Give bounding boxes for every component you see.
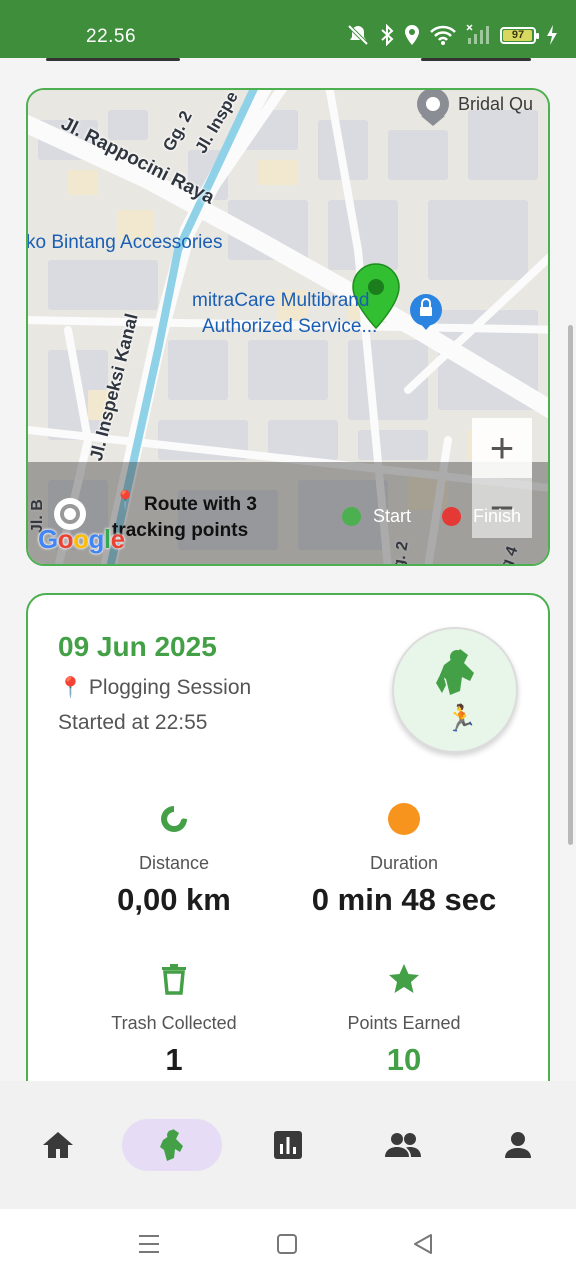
plus-icon: + [489,424,515,471]
duration-value: 0 min 48 sec [311,882,497,917]
points-label: Points Earned [347,1013,461,1033]
runner-emoji: 🏃 [445,703,478,733]
status-icons: 97 [346,24,558,46]
legend-start-label: Start [373,506,412,526]
poi-label-mitracare-2: Authorized Service... [202,316,378,337]
status-bar: 22.56 97 [0,0,576,58]
stat-points: Points Earned 10 [284,961,524,1078]
route-text-line2: tracking points [112,520,249,541]
poi-label-bintang: ko Bintang Accessories [26,232,223,253]
home-square-icon[interactable] [276,1233,298,1255]
nav-stats[interactable] [238,1119,338,1171]
start-dot-icon [342,507,361,526]
route-text-line1: Route with 3 [144,494,257,515]
nav-community[interactable] [353,1119,453,1171]
session-type: 📍 Plogging Session [58,675,251,700]
people-icon [385,1133,421,1157]
trash-icon [162,964,186,995]
session-card: 09 Jun 2025 📍 Plogging Session Started a… [26,593,550,1113]
bluetooth-icon [381,24,394,46]
home-icon [43,1132,73,1158]
stat-distance: Distance 0,00 km [54,801,294,918]
trash-label: Trash Collected [111,1013,237,1033]
finish-dot-icon [442,507,461,526]
activity-avatar: 🏃 [392,627,518,753]
distance-label: Distance [138,853,210,873]
mute-vibrate-icon [347,24,369,46]
previous-card-edge [26,58,550,62]
route-icon [161,806,187,832]
system-navigation [0,1209,576,1280]
star-icon [389,964,419,993]
route-info-text: Route with 3 tracking points [112,492,257,544]
session-type-label: Plogging Session [88,675,252,699]
charging-icon [547,25,557,45]
stat-duration: Duration 0 min 48 sec [284,801,524,918]
poi-label-mitracare-1: mitraCare Multibrand [192,290,370,311]
timer-icon [388,803,420,835]
signal-icon [466,24,489,44]
nav-home[interactable] [8,1119,108,1171]
battery-percent: 97 [511,28,525,41]
menu-icon[interactable] [138,1233,160,1255]
session-started: Started at 22:55 [58,711,208,734]
plogging-icon [436,649,474,695]
poi-label-bridal: Bridal Qu [458,94,534,114]
back-icon[interactable] [412,1233,434,1255]
scrollbar[interactable] [568,325,573,845]
duration-label: Duration [369,853,439,873]
nav-profile[interactable] [468,1119,568,1171]
legend-finish: Finish [442,506,521,527]
location-icon [405,25,419,45]
chart-icon [274,1131,302,1159]
person-icon [505,1132,531,1158]
stat-trash: Trash Collected 1 [54,961,294,1078]
pin-icon: 📍 [58,677,83,699]
session-date: 09 Jun 2025 [58,631,217,662]
nav-plogging[interactable] [122,1119,222,1171]
wifi-icon [430,25,456,45]
bottom-navigation [0,1081,576,1209]
zoom-in-button[interactable]: + [472,418,532,478]
trash-value: 1 [165,1042,183,1077]
legend-start: Start [342,506,411,527]
battery-icon: 97 [500,26,539,44]
legend-finish-label: Finish [473,506,522,526]
google-logo: Google [38,524,125,554]
plogging-icon [160,1129,183,1161]
route-map[interactable]: Jl. Rappocini Raya Gg. 2 Jl. Inspe Jl. I… [26,88,550,566]
status-time: 22.56 [86,26,137,47]
points-value: 10 [386,1042,422,1077]
distance-value: 0,00 km [117,882,231,917]
